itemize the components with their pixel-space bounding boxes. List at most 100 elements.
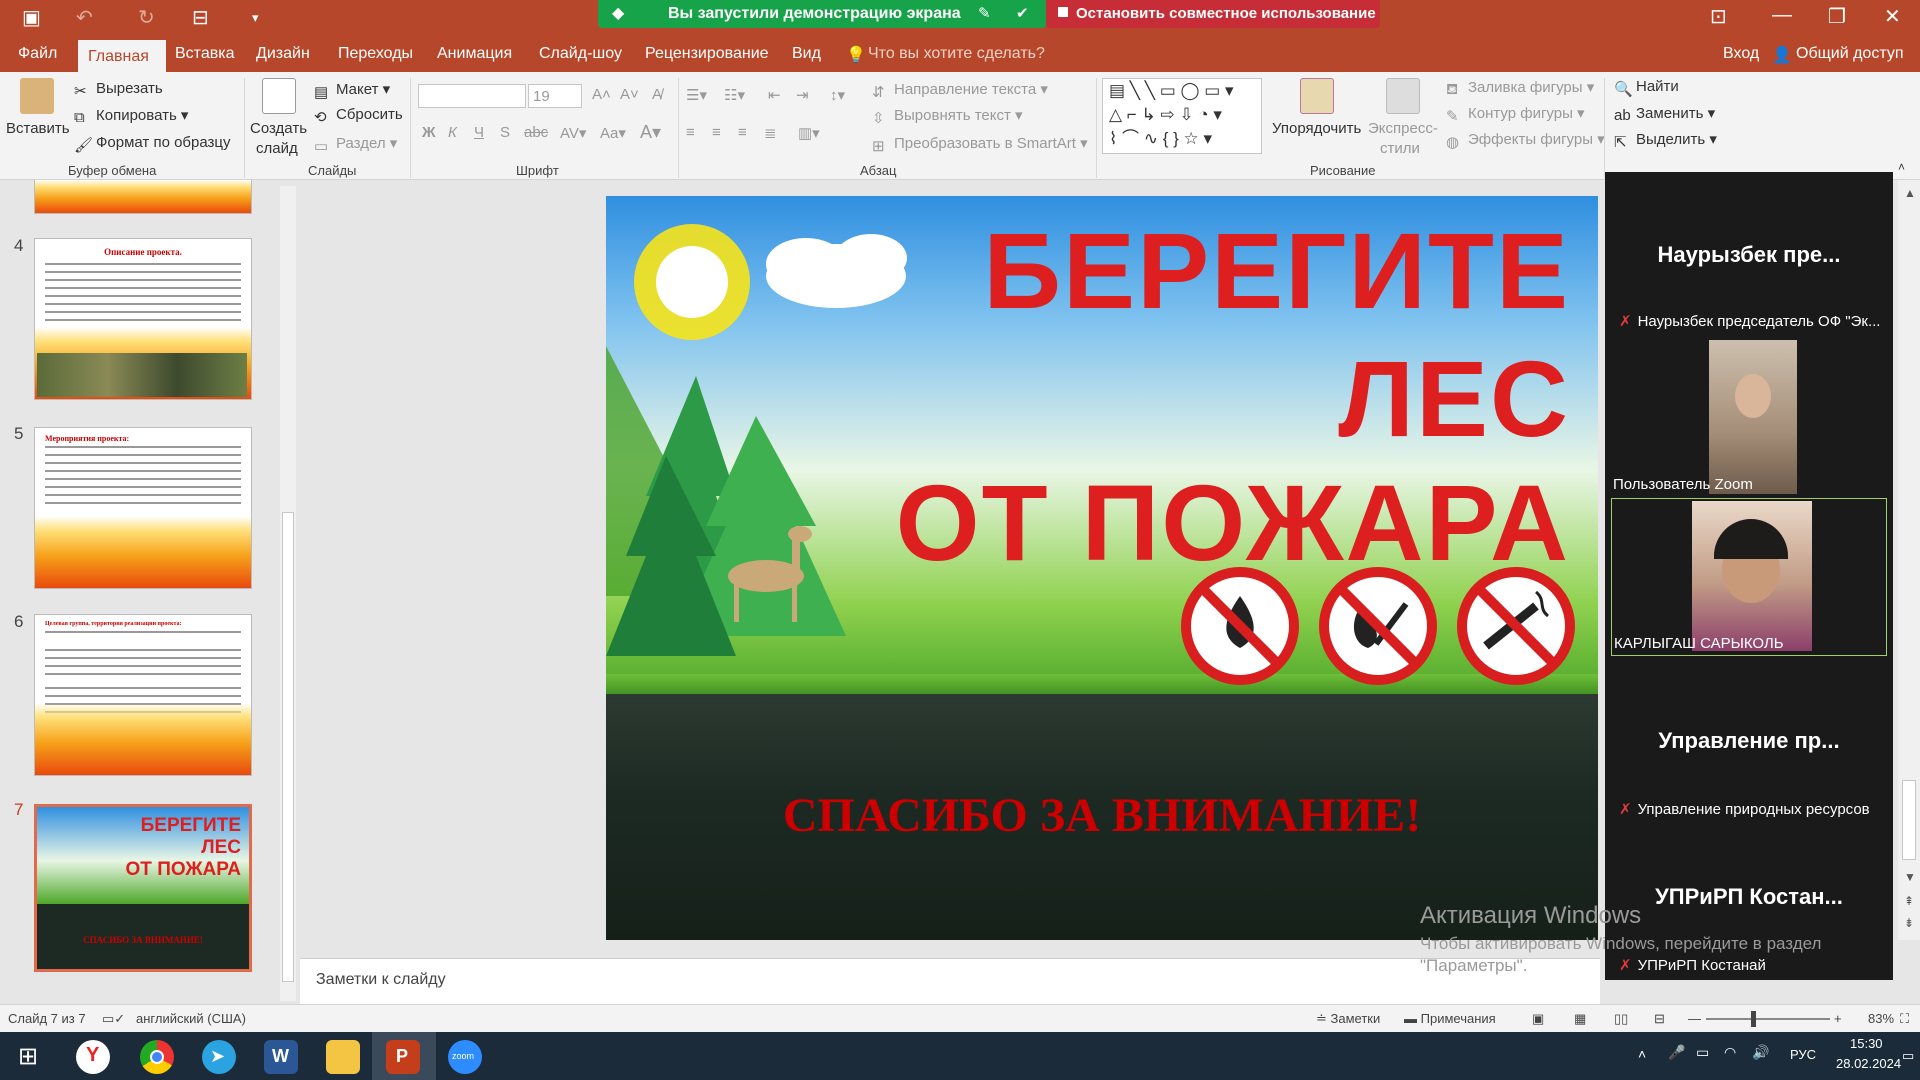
participant-tile-active[interactable]: КАРЛЫГАШ САРЫКОЛЬ <box>1611 498 1887 656</box>
clock-time[interactable]: 15:30 <box>1850 1036 1883 1051</box>
clock-date[interactable]: 28.02.2024 <box>1836 1056 1901 1071</box>
zoom-level[interactable]: 83% <box>1868 1011 1894 1026</box>
italic-button[interactable]: К <box>448 124 457 141</box>
collapse-ribbon-icon[interactable]: ˄ <box>1898 160 1905 174</box>
stop-share-button[interactable]: Остановить совместное использование <box>1046 0 1380 28</box>
font-name-input[interactable] <box>418 84 526 108</box>
prev-slide-icon[interactable]: ⇞ <box>1904 894 1914 908</box>
scroll-thumb[interactable] <box>1902 780 1916 860</box>
close-icon[interactable]: ✕ <box>1884 4 1901 29</box>
zoom-slider[interactable] <box>1706 1018 1830 1020</box>
arrange-button[interactable]: Упорядочить <box>1272 120 1361 137</box>
quick-styles-button-line2[interactable]: стили <box>1380 140 1420 157</box>
slide-7[interactable]: БЕРЕГИТЕ ЛЕС ОТ ПОЖАРА СПАСИБО ЗА ВНИМАН… <box>606 196 1598 940</box>
zoom-slider-thumb[interactable] <box>1751 1011 1756 1027</box>
increase-indent-icon[interactable]: ⇥ <box>796 86 809 104</box>
layout-button[interactable]: ▤ Макет ▾ <box>314 80 390 101</box>
align-left-icon[interactable]: ≡ <box>686 124 695 141</box>
bold-button[interactable]: Ж <box>422 124 436 141</box>
notifications-icon[interactable]: ▭ <box>1902 1048 1914 1064</box>
share-button[interactable]: Общий доступ <box>1796 45 1904 63</box>
scroll-thumb[interactable] <box>282 512 294 982</box>
thumbnail-slide-5[interactable]: Мероприятия проекта: <box>34 427 252 589</box>
powerpoint-icon[interactable]: P <box>386 1040 420 1074</box>
participant-tile[interactable]: Управление пр... ✗ Управление природных р… <box>1611 660 1887 820</box>
bullets-icon[interactable]: ☰▾ <box>686 86 707 104</box>
save-icon[interactable]: ▣ <box>22 6 41 30</box>
fit-slide-icon[interactable]: ⛶ <box>1900 1011 1909 1027</box>
slide-scrollbar[interactable]: ▲ ▼ ⇞ ⇟ <box>1898 180 1920 940</box>
minimize-icon[interactable]: — <box>1772 4 1792 27</box>
shape-outline-button[interactable]: ✎ Контур фигуры ▾ <box>1446 104 1585 125</box>
scroll-down-icon[interactable]: ▼ <box>1904 870 1916 884</box>
reset-button[interactable]: ⟲ Сбросить <box>314 106 403 126</box>
copy-button[interactable]: ⧉ Копировать ▾ <box>74 106 188 126</box>
shrink-font-icon[interactable]: A˅ <box>620 86 639 103</box>
tab-home[interactable]: Главная <box>78 40 166 72</box>
participant-tile[interactable]: Пользователь Zoom <box>1611 336 1887 496</box>
microphone-icon[interactable]: 🎤 <box>1668 1044 1685 1061</box>
restore-icon[interactable]: ❐ <box>1828 4 1846 29</box>
tab-transitions[interactable]: Переходы <box>338 45 413 63</box>
thumbnail-partial[interactable] <box>34 180 252 214</box>
paste-button[interactable]: Вставить <box>6 120 70 137</box>
thumbnail-slide-7-selected[interactable]: БЕРЕГИТЕ ЛЕС ОТ ПОЖАРА СПАСИБО ЗА ВНИМАН… <box>34 804 252 972</box>
char-spacing-icon[interactable]: AV▾ <box>560 124 586 142</box>
zoom-app-icon[interactable]: zoom <box>448 1040 482 1074</box>
section-button[interactable]: ▭ Раздел ▾ <box>314 134 397 155</box>
tell-me-input[interactable]: Что вы хотите сделать? <box>868 45 1045 63</box>
comments-toggle[interactable]: ▬ Примечания <box>1404 1011 1496 1026</box>
new-slide-button[interactable]: Создать <box>250 120 307 137</box>
zoom-out-icon[interactable]: — <box>1688 1011 1701 1026</box>
battery-icon[interactable]: ▭ <box>1696 1044 1709 1061</box>
align-text-button[interactable]: ⇳ Выровнять текст ▾ <box>872 106 1023 127</box>
cut-button[interactable]: ✂ Вырезать <box>74 80 163 100</box>
grow-font-icon[interactable]: A˄ <box>592 86 611 103</box>
underline-button[interactable]: Ч <box>474 124 484 141</box>
yandex-browser-icon[interactable]: Y <box>76 1040 110 1074</box>
numbering-icon[interactable]: ☷▾ <box>724 86 745 104</box>
smartart-button[interactable]: ⊞ Преобразовать в SmartArt ▾ <box>872 134 1088 155</box>
next-slide-icon[interactable]: ⇟ <box>1904 916 1914 930</box>
tab-design[interactable]: Дизайн <box>256 45 310 63</box>
undo-icon[interactable]: ↶ <box>76 6 93 30</box>
telegram-icon[interactable]: ➤ <box>202 1040 236 1074</box>
notes-toggle[interactable]: ≐ Заметки <box>1316 1011 1380 1027</box>
align-right-icon[interactable]: ≡ <box>738 124 747 141</box>
decrease-indent-icon[interactable]: ⇤ <box>768 86 781 104</box>
tab-animations[interactable]: Анимация <box>437 45 512 63</box>
zoom-in-icon[interactable]: + <box>1834 1011 1842 1026</box>
line-spacing-icon[interactable]: ↕▾ <box>830 86 845 104</box>
redo-icon[interactable]: ↻ <box>138 6 155 30</box>
thumbnail-scrollbar[interactable] <box>280 186 296 1001</box>
new-slide-button-line2[interactable]: слайд <box>256 140 298 157</box>
windows-start-icon[interactable]: ⊞ <box>18 1042 38 1071</box>
input-language[interactable]: РУС <box>1790 1047 1816 1062</box>
scroll-up-icon[interactable]: ▲ <box>1904 186 1916 200</box>
language-status[interactable]: английский (США) <box>136 1011 246 1026</box>
clear-format-icon[interactable]: A̸ <box>652 86 662 103</box>
find-button[interactable]: 🔍 Найти <box>1614 78 1679 98</box>
paste-icon[interactable] <box>20 78 54 114</box>
network-icon[interactable]: ◠ <box>1724 1044 1736 1061</box>
ribbon-display-icon[interactable]: ⊡ <box>1710 4 1727 29</box>
arrange-icon[interactable] <box>1300 78 1334 114</box>
normal-view-icon[interactable]: ▣ <box>1532 1011 1544 1027</box>
slide-sorter-icon[interactable]: ▦ <box>1574 1011 1586 1027</box>
chrome-icon[interactable] <box>140 1040 174 1074</box>
start-slideshow-icon[interactable]: ⊟ <box>192 6 209 30</box>
replace-button[interactable]: ab Заменить ▾ <box>1614 104 1715 124</box>
columns-icon[interactable]: ▥▾ <box>798 124 820 142</box>
slideshow-view-icon[interactable]: ⊟ <box>1654 1011 1665 1027</box>
font-color-icon[interactable]: A▾ <box>640 122 661 143</box>
tab-file[interactable]: Файл <box>18 45 57 63</box>
new-slide-icon[interactable] <box>262 78 296 114</box>
customize-qat-icon[interactable]: ▾ <box>252 6 259 30</box>
reading-view-icon[interactable]: ▯▯ <box>1614 1011 1628 1027</box>
tab-review[interactable]: Рецензирование <box>645 45 769 63</box>
tab-insert[interactable]: Вставка <box>175 45 234 63</box>
shadow-button[interactable]: S <box>500 124 510 141</box>
strikethrough-button[interactable]: abc <box>524 124 548 141</box>
participant-tile[interactable]: Наурызбек пре... ✗ Наурызбек председатель… <box>1611 172 1887 332</box>
shapes-gallery[interactable]: ▤ ╲ ╲ ▭ ◯ ▭ ▾ △ ⌐ ↳ ⇨ ⇩ ◔ ▾ ⌇ ⌒ ∿ { } ☆ ▾ <box>1102 78 1262 154</box>
